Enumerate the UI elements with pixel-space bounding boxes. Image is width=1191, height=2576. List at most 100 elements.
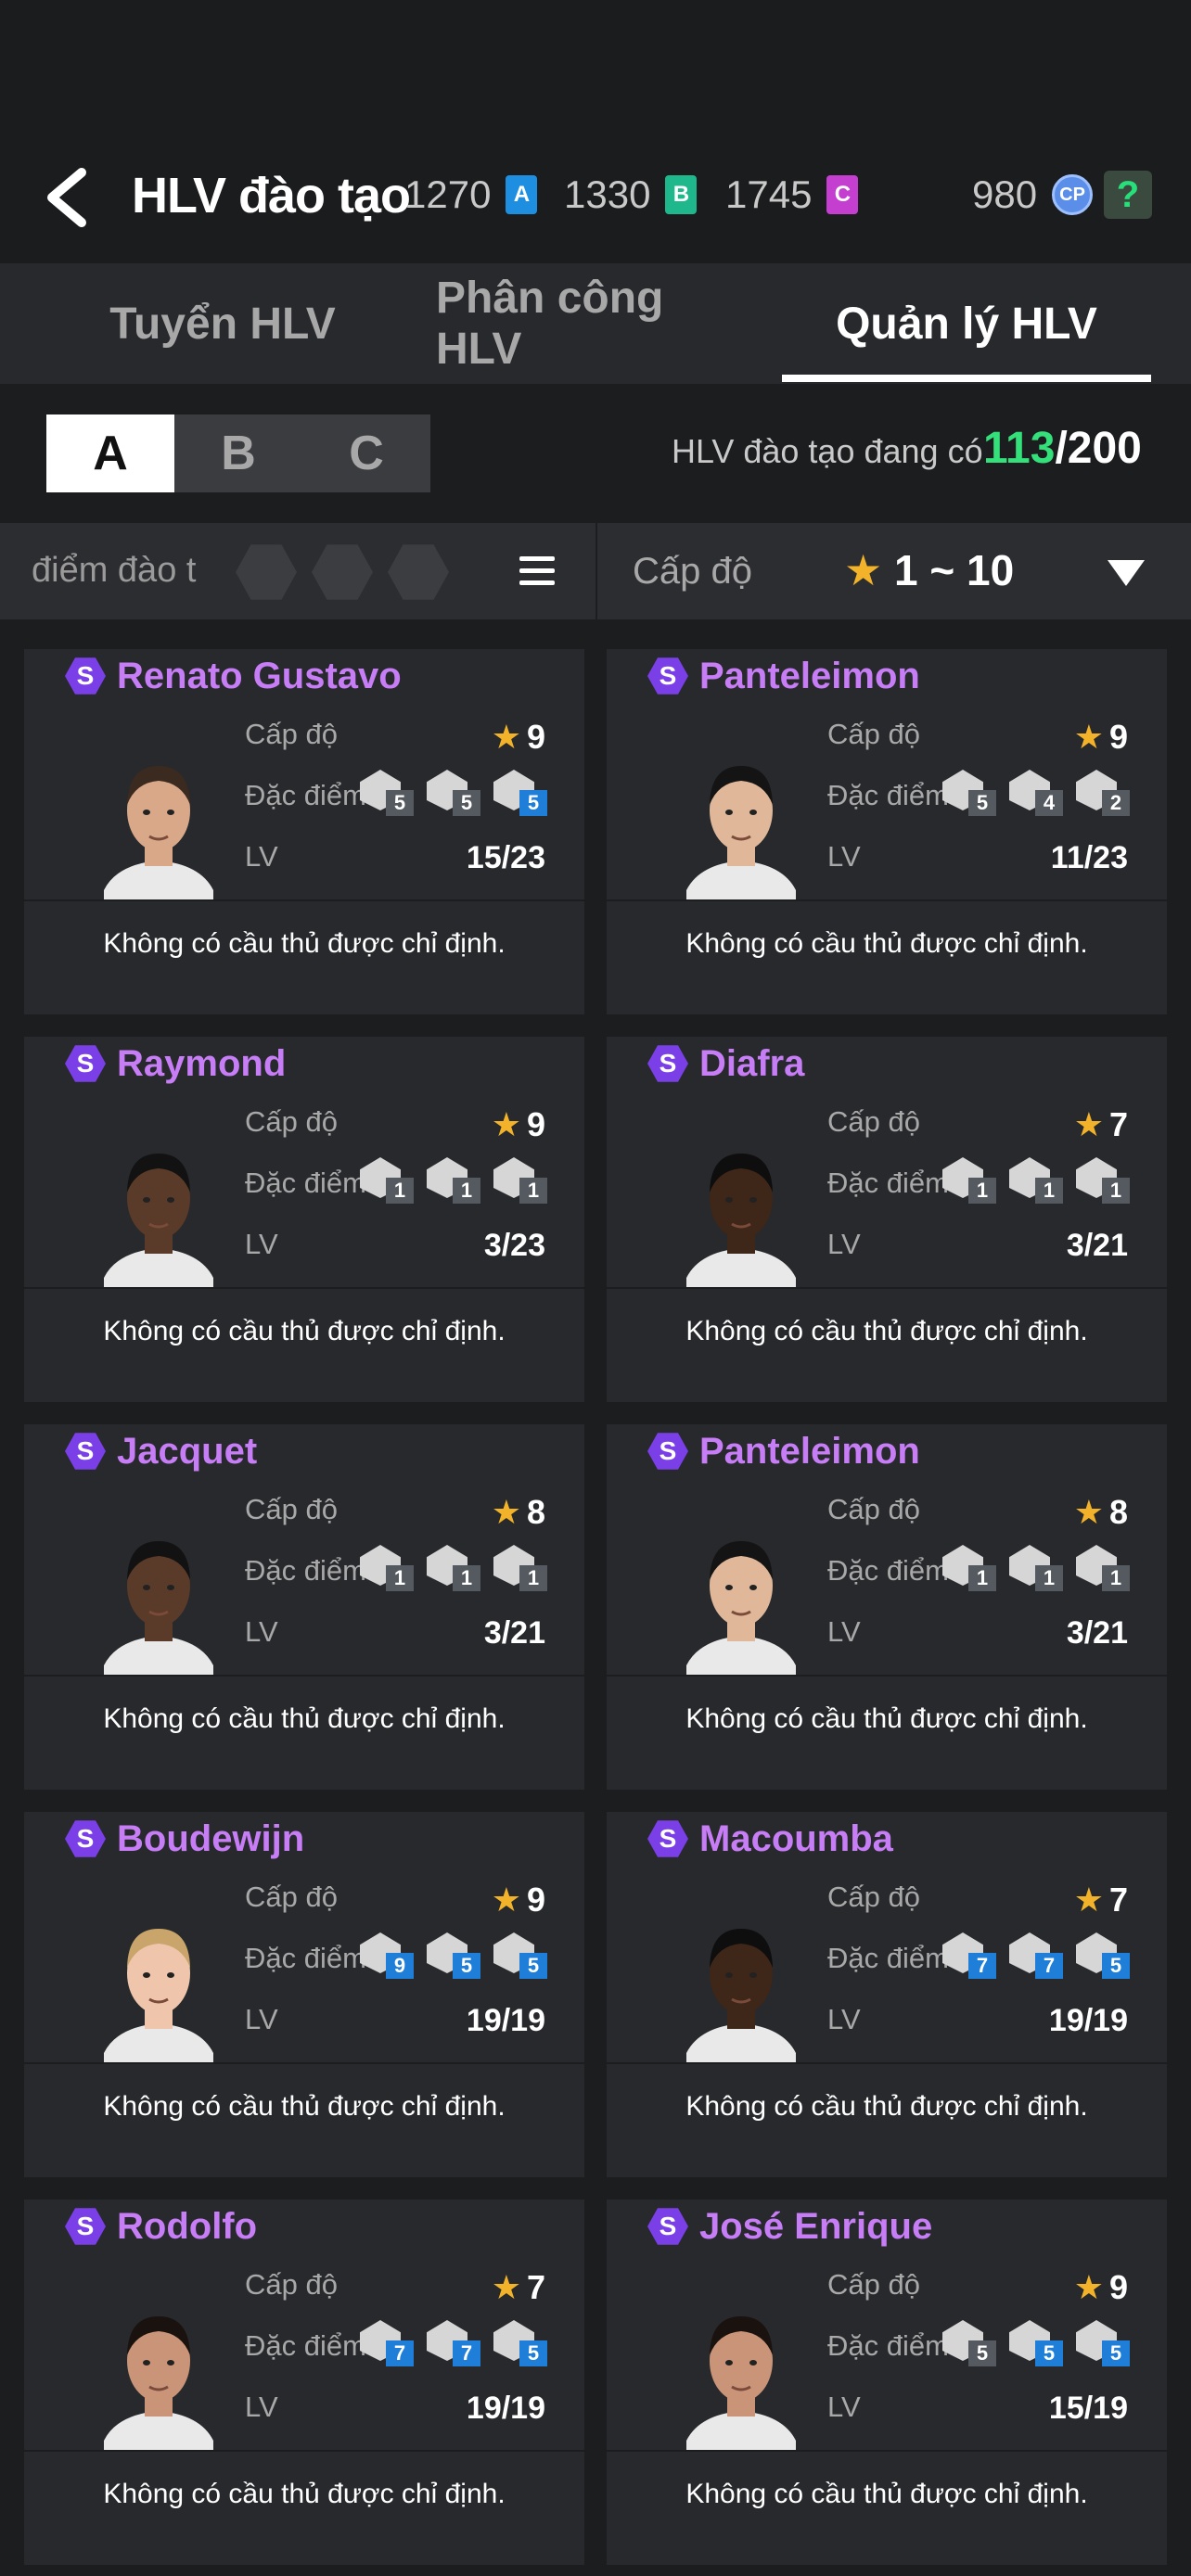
trait-value: 5 xyxy=(519,790,547,816)
coach-level-value: 9 xyxy=(526,1881,545,1919)
trait-value: 5 xyxy=(1035,2340,1063,2366)
lv-label: LV xyxy=(245,840,278,873)
trait-icon: 7 xyxy=(1007,1932,1067,1984)
star-icon: ★ xyxy=(491,1493,521,1531)
trait-value: 7 xyxy=(968,1953,996,1979)
coach-card[interactable]: S Boudewijn Cấp độ ★ 9 Đặc điểm 9 5 5 LV 19/19 Khôn… xyxy=(24,1812,584,2177)
star-icon: ★ xyxy=(491,718,521,756)
assigned-player-note: Không có cầu thủ được chỉ định. xyxy=(103,1316,506,1346)
trait-icon: 1 xyxy=(1007,1545,1067,1597)
coach-card[interactable]: S Jacquet Cấp độ ★ 8 Đặc điểm 1 1 1 LV 3/21 Không c… xyxy=(24,1424,584,1790)
coach-level: ★ 9 xyxy=(492,1105,545,1144)
coach-name: Panteleimon xyxy=(699,655,920,696)
trait-value: 5 xyxy=(968,2340,996,2366)
tab-recruit[interactable]: Tuyển HLV xyxy=(74,263,371,384)
assigned-player-note: Không có cầu thủ được chỉ định. xyxy=(685,1316,1088,1346)
coach-card[interactable]: S Raymond Cấp độ ★ 9 Đặc điểm 1 1 1 LV 3/23 Không c… xyxy=(24,1037,584,1402)
coach-level-value: 7 xyxy=(1108,1105,1128,1143)
dropdown-caret-icon[interactable] xyxy=(1108,560,1145,586)
cp-currency[interactable]: 980 CP xyxy=(972,172,1094,217)
lv-label: LV xyxy=(245,1615,278,1648)
coach-lv: 3/21 xyxy=(1066,1615,1128,1651)
group-c-button[interactable]: C xyxy=(302,414,430,492)
traits-label: Đặc điểm xyxy=(827,1942,949,1974)
page-title: HLV đào tạo xyxy=(132,168,411,223)
trait-icon: 1 xyxy=(358,1157,417,1209)
trait-value: 1 xyxy=(1035,1565,1063,1591)
coach-lv: 15/19 xyxy=(1048,2391,1128,2426)
coach-card[interactable]: S Diafra Cấp độ ★ 7 Đặc điểm 1 1 1 LV 3/21 Không có… xyxy=(607,1037,1167,1402)
lv-label: LV xyxy=(245,1228,278,1260)
trait-icon: 7 xyxy=(941,1932,1000,1984)
trait-value: 1 xyxy=(1102,1565,1130,1591)
help-button[interactable]: ? xyxy=(1104,171,1152,219)
level-label: Cấp độ xyxy=(245,2268,338,2301)
coach-card[interactable]: S Renato Gustavo Cấp độ ★ 9 Đặc điểm 5 5 5 LV 15/2… xyxy=(24,649,584,1014)
traits-label: Đặc điểm xyxy=(827,1554,949,1587)
coach-count-current: 113 xyxy=(983,424,1056,473)
traits-label: Đặc điểm xyxy=(245,2329,366,2362)
trait-list: 7 7 5 xyxy=(941,1932,1133,1984)
coach-name: Rodolfo xyxy=(117,2205,258,2247)
coach-level: ★ 8 xyxy=(1074,1493,1128,1532)
cp-icon: CP xyxy=(1052,174,1094,215)
avatar xyxy=(686,2302,796,2450)
currency-c[interactable]: 1745 C xyxy=(725,172,859,217)
coach-name-row: S Diafra xyxy=(647,1040,804,1087)
coach-name: José Enrique xyxy=(699,2205,933,2247)
level-label: Cấp độ xyxy=(245,1493,338,1525)
trait-list: 1 1 1 xyxy=(358,1545,551,1597)
coach-card[interactable]: S Rodolfo Cấp độ ★ 7 Đặc điểm 7 7 5 LV 19/19 Không … xyxy=(24,2200,584,2565)
coach-card[interactable]: S Panteleimon Cấp độ ★ 9 Đặc điểm 5 4 2 LV 11/23 Kh… xyxy=(607,649,1167,1014)
coach-level: ★ 9 xyxy=(1074,2268,1128,2307)
tab-assign[interactable]: Phân công HLV xyxy=(436,263,751,384)
trait-icon: 5 xyxy=(941,770,1000,822)
rarity-s-icon: S xyxy=(647,2208,688,2245)
group-a-button[interactable]: A xyxy=(46,414,174,492)
trait-value: 1 xyxy=(453,1178,480,1204)
coach-card[interactable]: S José Enrique Cấp độ ★ 9 Đặc điểm 5 5 5 LV 15/19 K… xyxy=(607,2200,1167,2565)
trait-value: 5 xyxy=(453,790,480,816)
trait-icon: 5 xyxy=(492,770,551,822)
trait-icon: 5 xyxy=(1007,2320,1067,2372)
coach-lv: 3/23 xyxy=(483,1228,545,1263)
hex-slot-icon[interactable] xyxy=(388,544,449,600)
trait-value: 1 xyxy=(1035,1178,1063,1204)
coach-level: ★ 8 xyxy=(492,1493,545,1532)
coach-card[interactable]: S Panteleimon Cấp độ ★ 8 Đặc điểm 1 1 1 LV 3/21 Khô… xyxy=(607,1424,1167,1790)
trait-icon: 1 xyxy=(492,1157,551,1209)
trait-icon: 5 xyxy=(1074,2320,1133,2372)
hex-slot-icon[interactable] xyxy=(236,544,297,600)
currency-a[interactable]: 1270 A xyxy=(404,172,538,217)
filter-divider xyxy=(596,523,597,619)
sort-label[interactable]: điểm đào t xyxy=(32,551,226,591)
currency-b[interactable]: 1330 B xyxy=(564,172,698,217)
coach-count-max: /200 xyxy=(1055,424,1142,473)
tab-manage[interactable]: Quản lý HLV xyxy=(782,263,1151,384)
hex-slot-icon[interactable] xyxy=(312,544,373,600)
level-filter-range[interactable]: ★ 1 ~ 10 xyxy=(844,545,1014,595)
trait-value: 5 xyxy=(519,1953,547,1979)
coach-name: Renato Gustavo xyxy=(117,655,402,696)
trait-value: 9 xyxy=(386,1953,414,1979)
group-b-button[interactable]: B xyxy=(174,414,302,492)
trait-icon: 5 xyxy=(492,1932,551,1984)
coach-level: ★ 7 xyxy=(1074,1105,1128,1144)
coach-level-value: 7 xyxy=(1108,1881,1128,1919)
trait-value: 5 xyxy=(386,790,414,816)
coach-name-row: S Macoumba xyxy=(647,1816,893,1862)
trait-value: 5 xyxy=(453,1953,480,1979)
header-bar: HLV đào tạo 1270 A 1330 B 1745 C 980 CP … xyxy=(0,0,1191,263)
back-button[interactable] xyxy=(35,156,100,239)
coach-level-value: 8 xyxy=(526,1493,545,1531)
traits-label: Đặc điểm xyxy=(245,1167,366,1199)
coach-card[interactable]: S Macoumba Cấp độ ★ 7 Đặc điểm 7 7 5 LV 19/19 Không… xyxy=(607,1812,1167,2177)
cp-value: 980 xyxy=(972,172,1038,216)
level-label: Cấp độ xyxy=(827,1105,920,1138)
currency-b-icon: B xyxy=(665,175,698,214)
currency-b-value: 1330 xyxy=(564,172,651,216)
menu-icon[interactable] xyxy=(519,556,555,586)
coach-name: Macoumba xyxy=(699,1817,893,1859)
traits-label: Đặc điểm xyxy=(245,1554,366,1587)
trait-icon: 1 xyxy=(941,1157,1000,1209)
